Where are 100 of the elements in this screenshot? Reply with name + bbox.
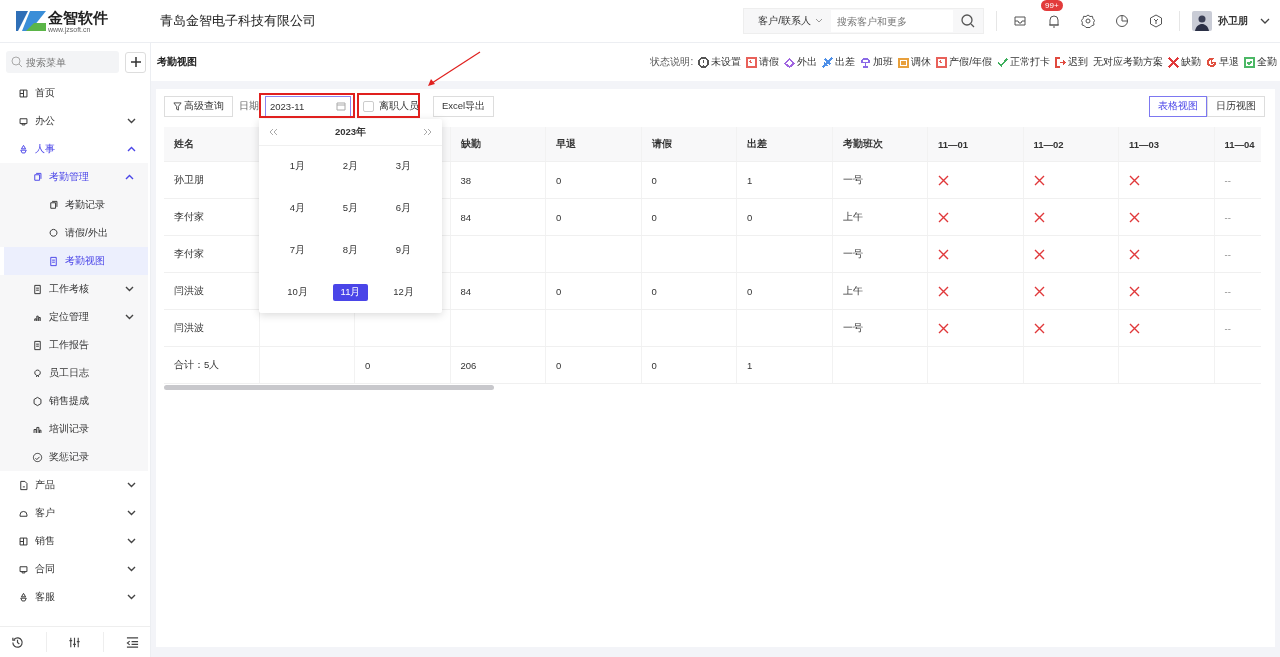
menu-item[interactable]: 产品 — [0, 471, 150, 499]
view-tab[interactable]: 日历视图 — [1207, 95, 1265, 117]
chevron-down-icon[interactable] — [127, 510, 136, 516]
pie-chart-icon[interactable] — [1115, 14, 1129, 28]
chevron-down-icon[interactable] — [127, 482, 136, 488]
table-cell: 0 — [651, 359, 657, 371]
table-cell: 0 — [556, 285, 562, 297]
menu-search-field[interactable]: 搜索菜单 — [6, 51, 119, 73]
month-cell[interactable]: 9月 — [387, 241, 420, 259]
menu-item[interactable]: 定位管理 — [0, 303, 148, 331]
menu-item[interactable]: 客服 — [0, 583, 150, 611]
chevron-down-icon[interactable] — [127, 118, 136, 124]
column-header: 11—04 — [1224, 138, 1255, 150]
chevron-down-icon[interactable] — [125, 286, 134, 292]
excel-export-button[interactable]: Excel导出 — [433, 95, 495, 117]
absent-mark-icon — [1129, 285, 1140, 297]
menu-item[interactable]: 员工日志 — [0, 359, 148, 387]
month-cell[interactable]: 4月 — [281, 200, 314, 218]
table-cell: 上午 — [842, 284, 863, 298]
view-tab[interactable]: 表格视图 — [1149, 95, 1207, 117]
settings-icon[interactable] — [1081, 14, 1095, 28]
menu-item[interactable]: 合同 — [0, 555, 150, 583]
menu-item[interactable]: 工作报告 — [0, 331, 148, 359]
menu-item[interactable]: 考勤视图 — [4, 247, 148, 275]
legend-text: 出差 — [835, 55, 856, 69]
absent-mark-icon — [938, 285, 949, 297]
month-cell[interactable]: 7月 — [281, 241, 314, 259]
table-cell: 0 — [651, 174, 657, 186]
chevron-up-icon[interactable] — [125, 174, 134, 180]
history-icon[interactable] — [10, 635, 24, 649]
bell-icon[interactable] — [1047, 14, 1061, 28]
month-cell[interactable]: 6月 — [387, 200, 420, 218]
table-cell: 一号 — [842, 321, 863, 335]
table-cell: 84 — [460, 211, 472, 223]
chevron-down-icon[interactable] — [1260, 17, 1270, 25]
inbox-icon[interactable] — [1013, 14, 1027, 28]
menu-item[interactable]: 销售 — [0, 527, 150, 555]
menu-item[interactable]: 首页 — [0, 79, 150, 107]
menu-item[interactable]: 人事 — [0, 135, 150, 163]
table-cell: 上午 — [842, 210, 863, 224]
menu-item[interactable]: 奖惩记录 — [0, 443, 148, 471]
chevron-up-icon[interactable] — [127, 146, 136, 152]
menu-item[interactable]: 工作考核 — [0, 275, 148, 303]
advanced-query-button[interactable]: 高级查询 — [164, 95, 233, 117]
absent-mark-icon — [1129, 174, 1140, 186]
chevron-down-icon[interactable] — [127, 594, 136, 600]
menu-item-icon — [32, 339, 43, 351]
month-cell[interactable]: 10月 — [279, 283, 316, 301]
month-cell[interactable]: 8月 — [334, 241, 367, 259]
picker-year[interactable]: 2023年 — [334, 125, 367, 139]
column-header: 请假 — [651, 137, 672, 151]
absent-mark-icon — [938, 322, 949, 334]
menu-item[interactable]: 客户 — [0, 499, 150, 527]
table-cell: 0 — [556, 174, 562, 186]
resigned-checkbox[interactable]: 离职人员 — [357, 99, 427, 113]
add-button[interactable] — [125, 51, 146, 73]
menu-item-icon — [32, 283, 43, 295]
menu-item-icon — [18, 115, 29, 127]
page-title: 考勤视图 — [157, 55, 197, 69]
month-cell[interactable]: 11月 — [332, 283, 369, 301]
menu-item[interactable]: 办公 — [0, 107, 150, 135]
scrollbar-thumb[interactable] — [164, 385, 494, 390]
column-header: 考勤班次 — [842, 137, 883, 151]
absent-mark-icon — [1033, 322, 1045, 334]
collapse-menu-icon[interactable] — [126, 635, 140, 649]
legend-text: 迟到 — [1068, 55, 1088, 69]
user-name[interactable]: 孙卫朋 — [1218, 14, 1248, 28]
annotation-arrow — [426, 50, 482, 88]
month-cell[interactable]: 12月 — [385, 283, 422, 301]
absent-mark-icon — [1033, 211, 1045, 223]
chevron-down-icon[interactable] — [125, 314, 134, 320]
table-cell: 一号 — [842, 173, 863, 187]
legend-text: 早退 — [1219, 55, 1239, 69]
menu-item[interactable]: 考勤记录 — [0, 191, 148, 219]
menu-item[interactable]: 请假/外出 — [0, 219, 148, 247]
filter-icon — [173, 101, 182, 111]
table-cell: 0 — [651, 285, 657, 297]
month-cell[interactable]: 1月 — [281, 158, 314, 176]
month-cell[interactable]: 3月 — [387, 158, 420, 176]
cube-icon[interactable] — [1149, 14, 1163, 28]
table-cell: 0 — [556, 359, 562, 371]
date-field[interactable]: 2023-11 — [265, 95, 351, 117]
sliders-icon[interactable] — [68, 635, 82, 649]
absent-mark-icon — [1033, 285, 1045, 297]
column-header: 出差 — [747, 137, 767, 151]
menu-item-icon — [18, 591, 29, 603]
menu-item[interactable]: 考勤管理 — [0, 163, 148, 191]
avatar[interactable] — [1192, 11, 1212, 31]
month-cell[interactable]: 5月 — [334, 200, 367, 218]
absent-mark-icon — [1033, 174, 1045, 186]
table-cell: 1 — [747, 359, 753, 371]
menu-item[interactable]: 培训记录 — [0, 415, 148, 443]
table-cell: -- — [1224, 322, 1231, 334]
chevron-down-icon[interactable] — [127, 538, 136, 544]
legend-text: 未设置 — [711, 55, 742, 69]
month-cell[interactable]: 2月 — [334, 158, 367, 176]
column-header: 早退 — [556, 137, 576, 151]
menu-item[interactable]: 销售提成 — [0, 387, 148, 415]
chevron-down-icon[interactable] — [127, 566, 136, 572]
column-header: 11—03 — [1129, 138, 1160, 150]
